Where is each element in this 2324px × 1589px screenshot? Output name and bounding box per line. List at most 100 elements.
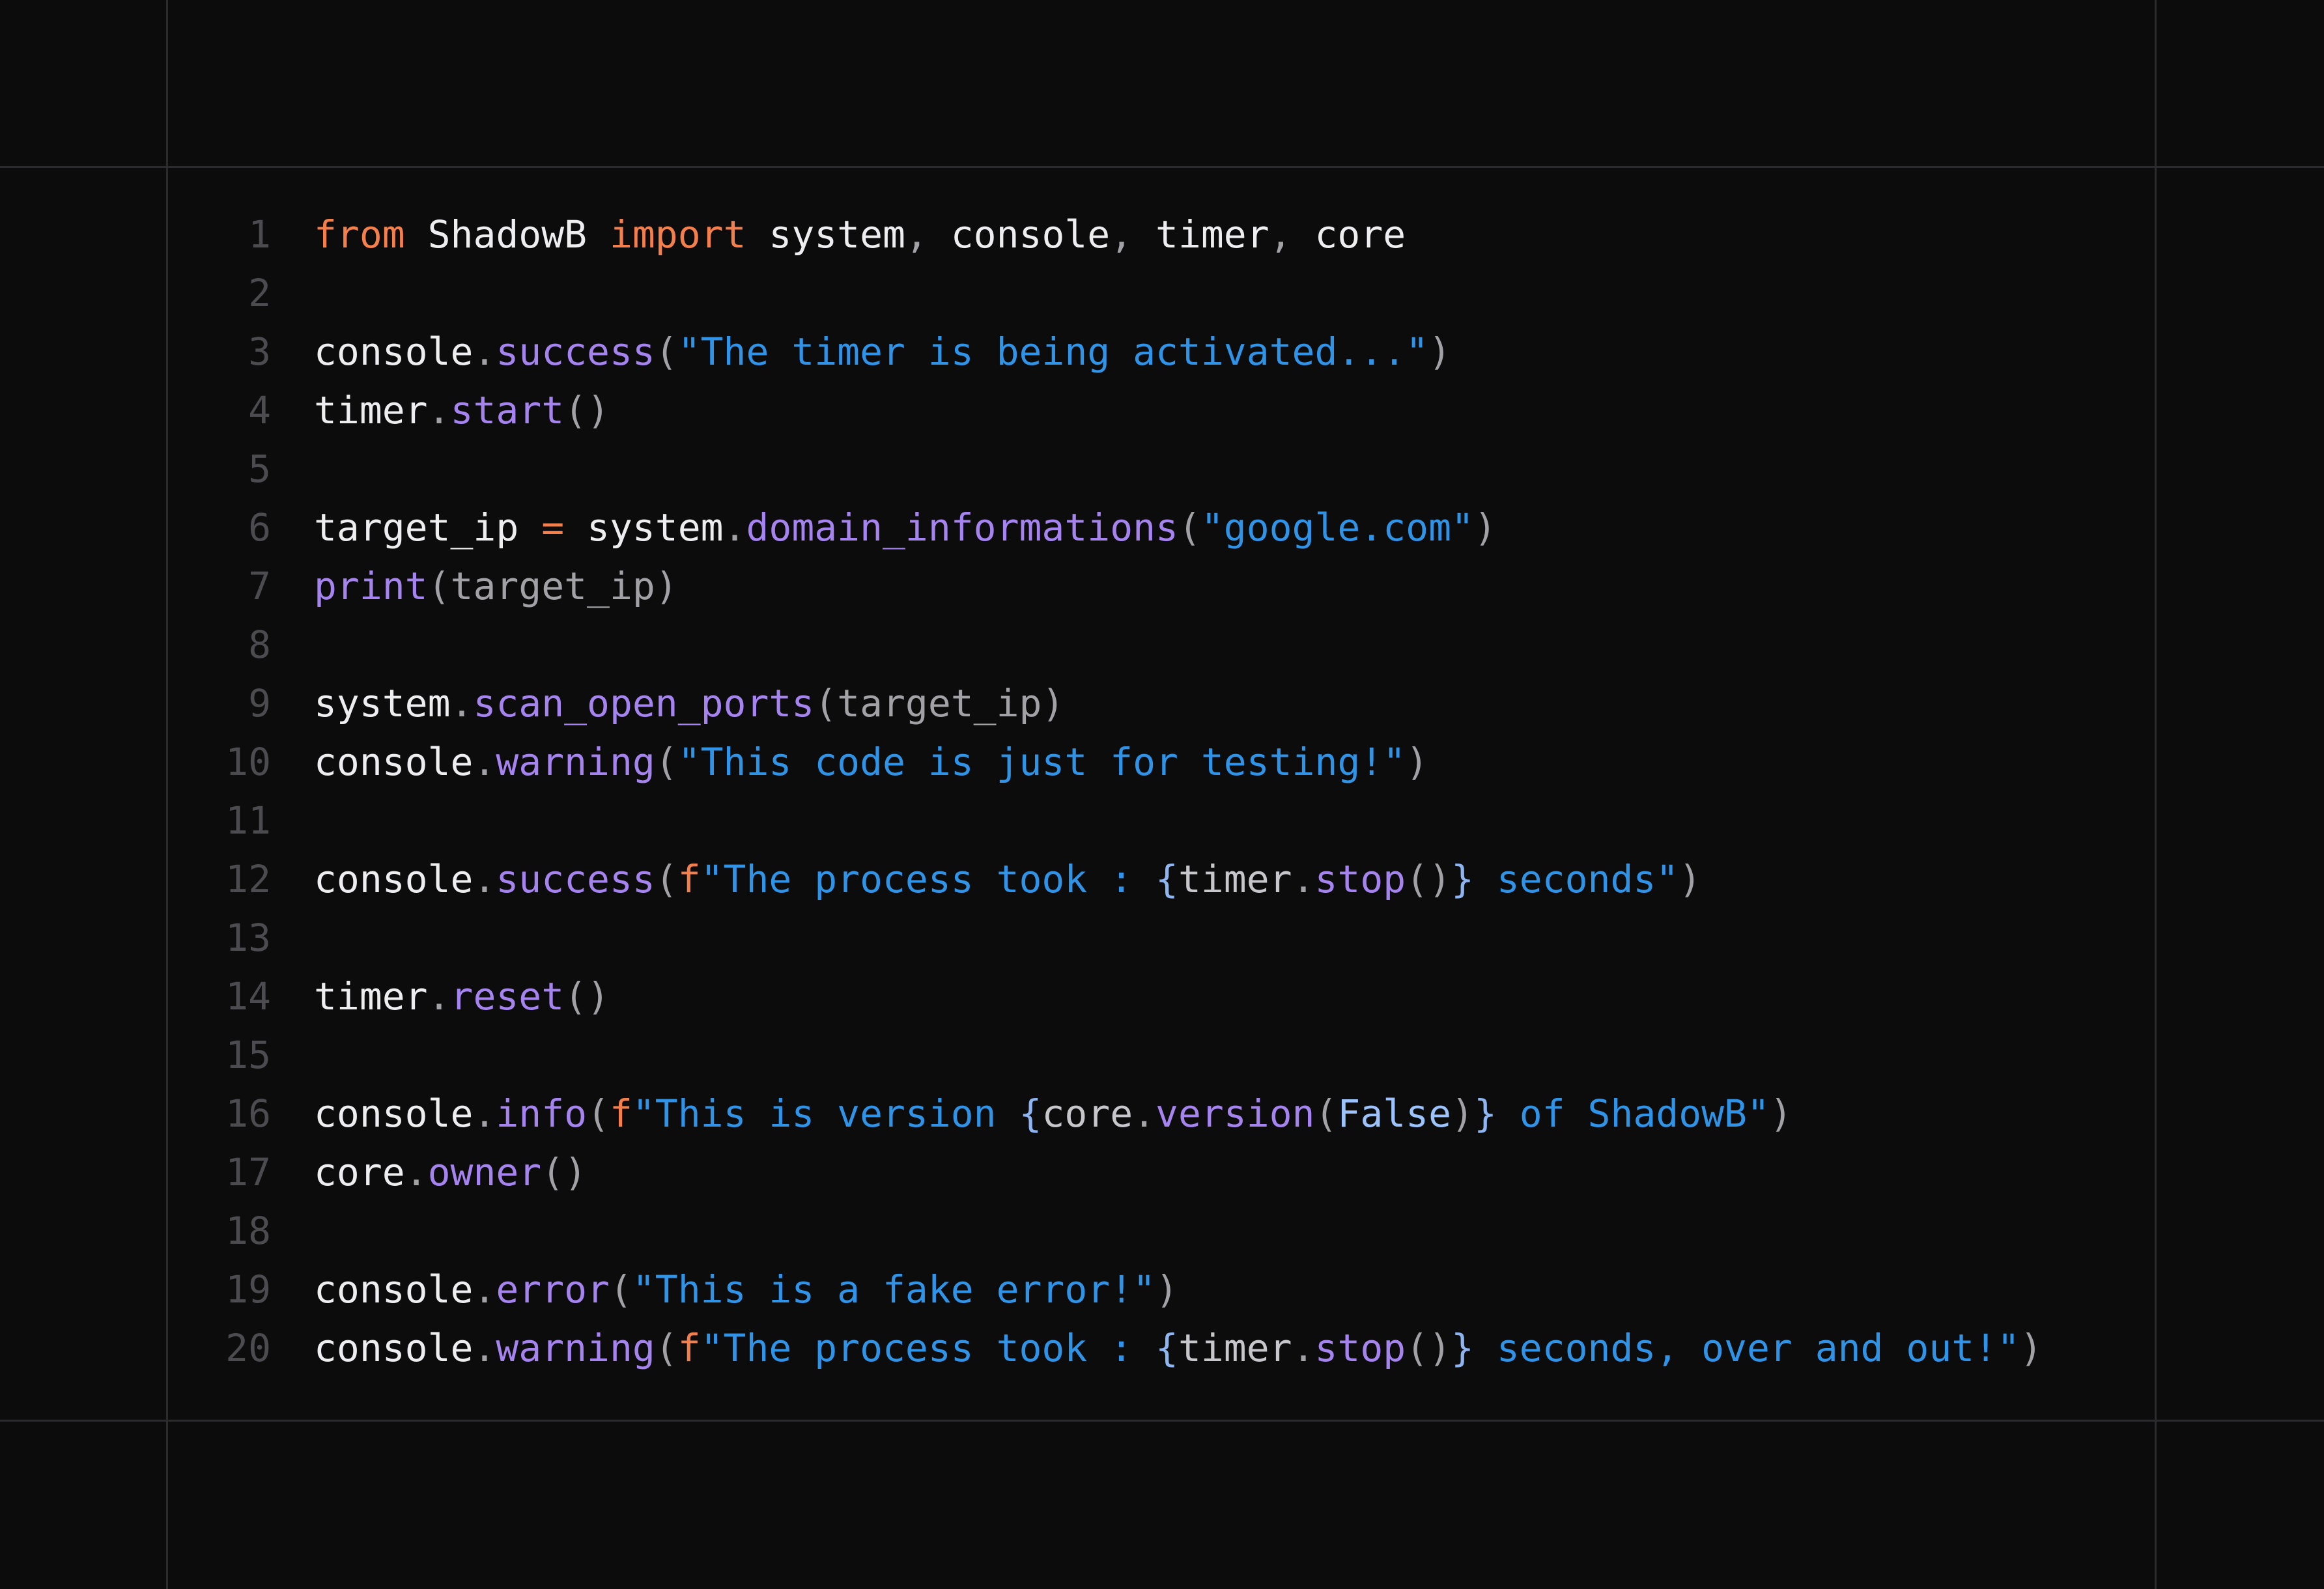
code-token: success xyxy=(496,330,655,374)
code-token: error xyxy=(496,1267,610,1312)
code-token: core xyxy=(1292,212,1406,257)
code-token: ( xyxy=(655,857,678,901)
code-token: system xyxy=(564,505,724,550)
code-token: seconds, over and out!" xyxy=(1473,1326,2020,1370)
line-number: 16 xyxy=(225,1091,271,1136)
line-number: 18 xyxy=(225,1209,271,1253)
frame-line-bottom xyxy=(0,1420,2324,1422)
code-token: . xyxy=(450,681,474,725)
code-token: . xyxy=(473,1267,496,1312)
code-line: 10 console.warning("This code is just for… xyxy=(168,733,2155,791)
code-line: 6 target_ip = system.domain_informations(… xyxy=(168,498,2155,557)
code-token: "The timer is being activated..." xyxy=(677,330,1429,374)
code-token: ) xyxy=(1679,857,1702,901)
line-number: 2 xyxy=(248,271,271,315)
code-line: 5 xyxy=(168,440,2155,498)
line-number: 17 xyxy=(225,1150,271,1194)
line-number: 5 xyxy=(248,447,271,491)
code-token: stop xyxy=(1314,1326,1406,1370)
line-number: 10 xyxy=(225,740,271,784)
code-token: f xyxy=(677,1326,701,1370)
code-token: ( xyxy=(655,740,678,784)
code-token: import xyxy=(609,212,746,257)
code-token: } xyxy=(1451,857,1474,901)
line-number: 9 xyxy=(248,681,271,725)
code-token: console xyxy=(928,212,1111,257)
code-token: ( xyxy=(655,1326,678,1370)
code-token: ( xyxy=(1314,1091,1338,1136)
code-token: . xyxy=(723,505,746,550)
line-number: 4 xyxy=(248,388,271,432)
code-token: timer xyxy=(314,974,428,1019)
code-line: 2 xyxy=(168,264,2155,322)
code-token: stop xyxy=(1314,857,1406,901)
code-token: ) xyxy=(1155,1267,1178,1312)
code-token: timer xyxy=(1178,857,1292,901)
code-token: () xyxy=(564,388,610,432)
code-token: ) xyxy=(1451,1091,1474,1136)
line-number: 7 xyxy=(248,564,271,608)
code-token: "google.com" xyxy=(1200,505,1474,550)
line-number: 11 xyxy=(225,798,271,843)
frame-line-right xyxy=(2155,0,2157,1589)
code-token: . xyxy=(427,974,451,1019)
code-token: . xyxy=(1292,857,1315,901)
code-token: ) xyxy=(1428,330,1451,374)
code-line: 15 xyxy=(168,1026,2155,1084)
code-token: core xyxy=(1042,1091,1133,1136)
code-token: . xyxy=(473,330,496,374)
code-token: warning xyxy=(496,1326,655,1370)
line-number: 8 xyxy=(248,623,271,667)
code-token: of ShadowB" xyxy=(1496,1091,1770,1136)
code-editor[interactable]: 1 from ShadowB import system, console, ti… xyxy=(168,205,2155,1377)
line-number: 13 xyxy=(225,916,271,960)
code-token: . xyxy=(1133,1091,1156,1136)
code-token: console xyxy=(314,1091,474,1136)
line-number: 1 xyxy=(248,212,271,257)
code-token: console xyxy=(314,857,474,901)
code-token: ) xyxy=(1769,1091,1793,1136)
line-number: 15 xyxy=(225,1033,271,1077)
code-line: 12 console.success(f"The process took : {… xyxy=(168,850,2155,908)
code-token: target_ip xyxy=(314,505,542,550)
code-token: info xyxy=(496,1091,588,1136)
code-line: 20 console.warning(f"The process took : {… xyxy=(168,1319,2155,1377)
code-token: reset xyxy=(450,974,565,1019)
code-token: } xyxy=(1451,1326,1474,1370)
line-number: 14 xyxy=(225,974,271,1019)
code-line: 13 xyxy=(168,908,2155,967)
code-token: , xyxy=(1269,212,1292,257)
code-token: domain_informations xyxy=(746,505,1178,550)
code-token: "This code is just for testing!" xyxy=(677,740,1406,784)
code-token: , xyxy=(905,212,928,257)
code-line: 19 console.error("This is a fake error!") xyxy=(168,1260,2155,1319)
code-token: . xyxy=(427,388,451,432)
code-token: (target_ip) xyxy=(814,681,1065,725)
code-line: 16 console.info(f"This is version {core.v… xyxy=(168,1084,2155,1143)
code-token: timer xyxy=(314,388,428,432)
line-number: 12 xyxy=(225,857,271,901)
code-token: f xyxy=(677,857,701,901)
code-token: core xyxy=(314,1150,405,1194)
code-token: scan_open_ports xyxy=(473,681,815,725)
code-token: start xyxy=(450,388,565,432)
code-token: () xyxy=(564,974,610,1019)
code-line: 8 xyxy=(168,615,2155,674)
frame-line-top xyxy=(0,166,2324,168)
code-line: 11 xyxy=(168,791,2155,850)
line-number: 20 xyxy=(225,1326,271,1370)
code-token: ( xyxy=(609,1267,632,1312)
code-token: version xyxy=(1155,1091,1315,1136)
code-token: success xyxy=(496,857,655,901)
code-token: . xyxy=(473,740,496,784)
code-token: ) xyxy=(1473,505,1497,550)
code-token: = xyxy=(541,505,565,550)
code-token: False xyxy=(1337,1091,1452,1136)
code-line: 17 core.owner() xyxy=(168,1143,2155,1202)
code-line: 14 timer.reset() xyxy=(168,967,2155,1026)
code-token: f xyxy=(609,1091,632,1136)
code-token: system xyxy=(314,681,451,725)
code-token: console xyxy=(314,330,474,374)
code-token: console xyxy=(314,1267,474,1312)
code-token: "This is a fake error!" xyxy=(632,1267,1156,1312)
